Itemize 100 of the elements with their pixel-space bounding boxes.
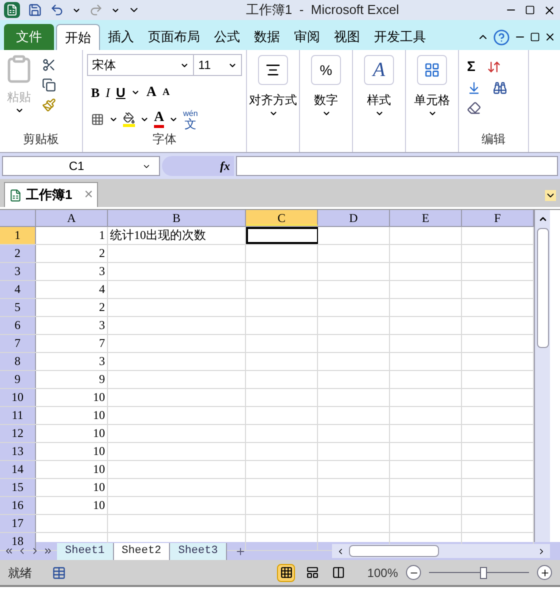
formula-input[interactable] (236, 156, 558, 176)
ribbon-tab[interactable]: 审阅 (288, 24, 326, 50)
fill-color-icon[interactable] (123, 112, 135, 127)
fill-icon[interactable] (467, 81, 481, 95)
horizontal-scrollbar[interactable] (332, 544, 550, 558)
dropdown-icon[interactable] (545, 190, 556, 201)
row-header[interactable]: 2 (0, 245, 36, 262)
copy-icon[interactable] (42, 78, 56, 92)
autosum-button[interactable]: Σ (467, 56, 476, 77)
zoom-in-icon[interactable] (537, 565, 552, 580)
zoom-slider[interactable] (429, 566, 529, 578)
shrink-font-button[interactable]: A (162, 85, 170, 100)
last-sheet-icon[interactable] (43, 546, 53, 556)
save-icon[interactable] (28, 3, 42, 17)
sheet-tab[interactable]: Sheet3 (170, 542, 227, 560)
ribbon-tab[interactable]: 插入 (102, 24, 140, 50)
ribbon-tab[interactable]: 页面布局 (142, 24, 206, 50)
caret-icon (131, 88, 140, 97)
table-cell-text: 10 (92, 407, 106, 424)
close-icon[interactable] (544, 31, 556, 43)
scroll-up-icon[interactable] (538, 214, 548, 224)
view-button[interactable] (277, 564, 296, 582)
zoom-level[interactable]: 100% (367, 564, 398, 582)
align-icon (265, 62, 281, 78)
maximize-icon[interactable] (525, 5, 535, 15)
ribbon-tab[interactable]: 公式 (208, 24, 246, 50)
table-cell-text: 7 (98, 335, 106, 352)
italic-button[interactable]: I (106, 82, 110, 102)
status-text: 就绪 (8, 564, 32, 582)
close-icon[interactable] (543, 4, 556, 16)
workbook-tab[interactable]: 工作簿1 × (4, 182, 98, 207)
column-header[interactable]: A (36, 210, 108, 226)
spreadsheet-icon (9, 188, 22, 202)
ribbon-button-label[interactable]: 数字 (314, 91, 338, 109)
row-header[interactable]: 5 (0, 299, 36, 316)
restore-icon[interactable] (530, 32, 540, 42)
ribbon-button-label[interactable]: 样式 (367, 91, 391, 109)
zoom-out-icon[interactable] (406, 565, 421, 580)
ribbon-tab[interactable]: 开始 (56, 24, 100, 50)
ribbon-tab[interactable]: 视图 (328, 24, 366, 50)
active-cell[interactable] (246, 227, 318, 244)
ribbon-button[interactable]: % (311, 55, 341, 85)
row-header[interactable]: 16 (0, 497, 36, 514)
ribbon-tab[interactable]: 开发工具 (368, 24, 432, 50)
row-header[interactable]: 10 (0, 389, 36, 406)
vertical-scrollbar[interactable] (534, 210, 550, 542)
row-header[interactable]: 3 (0, 263, 36, 280)
row-header[interactable]: 12 (0, 425, 36, 442)
table-cell-text: 2 (98, 245, 106, 262)
column-header[interactable]: C (246, 210, 318, 226)
format-painter-icon[interactable] (42, 98, 56, 112)
row-header[interactable]: 13 (0, 443, 36, 460)
cut-icon[interactable] (42, 58, 56, 72)
group-label: 编辑 (480, 131, 506, 148)
ribbon-button[interactable]: A (364, 55, 394, 85)
font-color-button[interactable]: A (154, 111, 164, 128)
name-box[interactable]: C1 (2, 156, 160, 176)
row-header[interactable]: 4 (0, 281, 36, 298)
close-tab-button[interactable]: × (84, 184, 93, 206)
scroll-left-icon[interactable] (336, 546, 345, 556)
help-icon[interactable] (493, 28, 510, 46)
row-header[interactable]: 6 (0, 317, 36, 334)
scroll-right-icon[interactable] (537, 546, 546, 556)
find-icon[interactable] (493, 81, 507, 95)
undo-icon[interactable] (50, 3, 64, 17)
cells-icon (424, 62, 440, 78)
ribbon-button[interactable] (258, 55, 288, 85)
row-header[interactable]: 11 (0, 407, 36, 424)
font-size-field[interactable]: 11 (194, 54, 242, 76)
sheet-tab[interactable]: Sheet1 (57, 542, 114, 560)
column-header[interactable]: E (390, 210, 462, 226)
font-name-field[interactable]: 宋体 (87, 54, 194, 76)
sheet-tab[interactable]: Sheet2 (114, 542, 170, 560)
column-header[interactable]: D (318, 210, 390, 226)
table-cell-text: 10 (92, 425, 106, 442)
row-header[interactable]: 8 (0, 353, 36, 370)
borders-icon[interactable] (91, 113, 104, 126)
first-sheet-icon[interactable] (4, 546, 14, 556)
ribbon-tab[interactable]: 数据 (248, 24, 286, 50)
grow-font-button[interactable]: A (146, 82, 157, 103)
bold-button[interactable]: B (91, 82, 100, 102)
underline-button[interactable]: U (116, 82, 126, 102)
phonetic-button[interactable]: wén 文 (183, 109, 198, 130)
file-tab[interactable]: 文件 (4, 24, 54, 50)
clear-icon[interactable] (467, 101, 481, 115)
row-header[interactable]: 9 (0, 371, 36, 388)
table-cell-text: 3 (98, 263, 106, 280)
sort-filter-icon[interactable] (487, 60, 502, 74)
new-sheet-icon[interactable] (234, 546, 246, 556)
row-header[interactable]: 14 (0, 461, 36, 478)
insert-function-button[interactable]: fx (220, 157, 230, 175)
row-header[interactable]: 7 (0, 335, 36, 352)
row-header[interactable]: 15 (0, 479, 36, 496)
row-header[interactable]: 1 (0, 227, 36, 244)
table-cell-text: 3 (98, 353, 106, 370)
group-label: 剪贴板 (22, 131, 60, 148)
ribbon-button-label[interactable]: 单元格 (414, 91, 450, 109)
caret-icon (169, 115, 178, 124)
ribbon-button-label[interactable]: 对齐方式 (249, 91, 297, 109)
row-header[interactable]: 17 (0, 515, 36, 532)
